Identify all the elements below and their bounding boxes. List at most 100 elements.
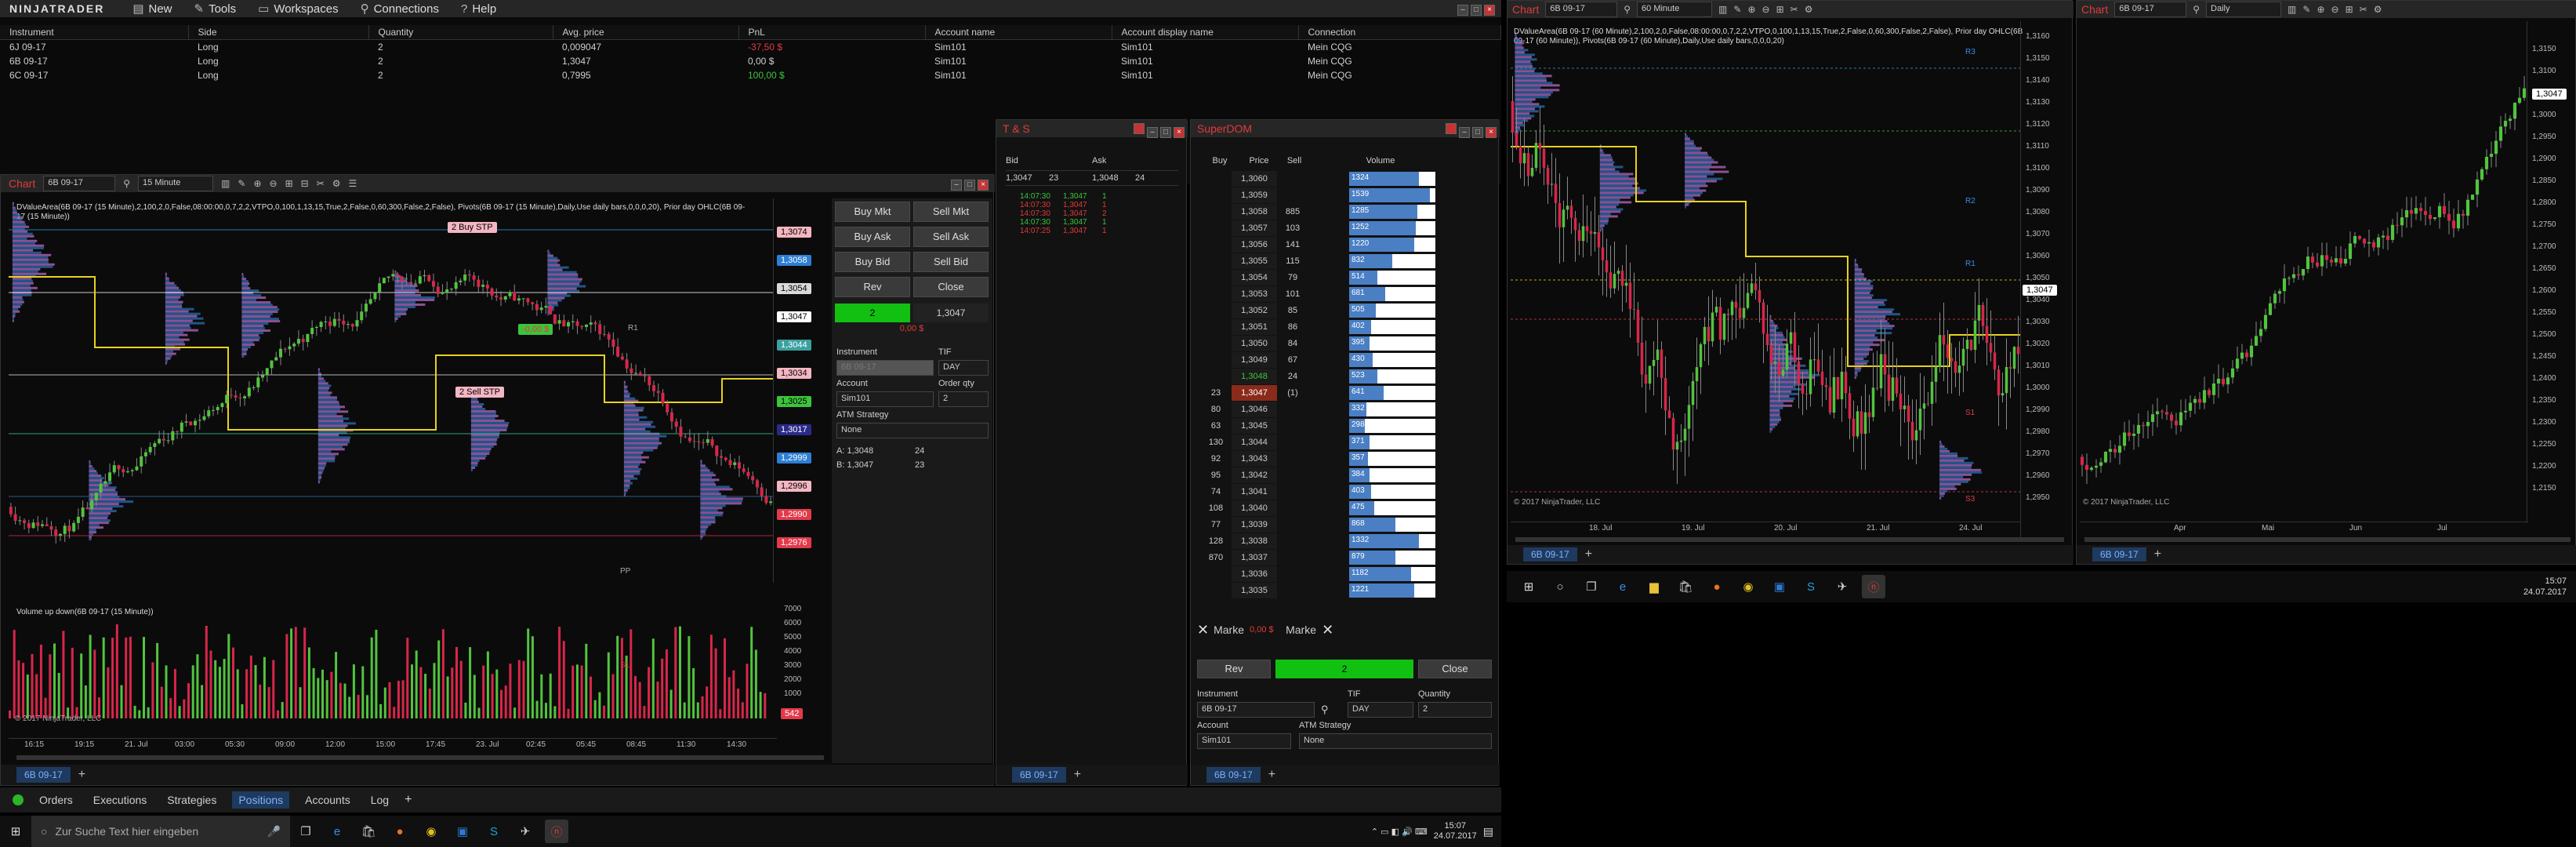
minimize-button[interactable]: – xyxy=(1459,127,1470,138)
chart-scrollbar[interactable] xyxy=(1515,537,2064,542)
tools-icon[interactable]: ✂ xyxy=(1791,4,1798,15)
dom-row[interactable]: 63 1,3045 298 xyxy=(1200,417,1490,434)
tab-strategies[interactable]: Strategies xyxy=(162,791,221,809)
tab-accounts[interactable]: Accounts xyxy=(300,791,355,809)
close-position-button[interactable]: Close xyxy=(1418,660,1492,678)
add-tab-button[interactable]: + xyxy=(78,768,85,782)
store-icon[interactable]: 🛍 xyxy=(1674,575,1697,598)
dom-row[interactable]: 1,3035 1221 xyxy=(1200,582,1490,598)
dom-row[interactable]: 1,3053 101 681 xyxy=(1200,285,1490,302)
sell-bid-button[interactable]: Sell Bid xyxy=(913,252,989,272)
interval-selector[interactable]: 60 Minute xyxy=(1637,2,1713,17)
instrument-selector[interactable]: 6B 09-17 xyxy=(1545,2,1618,17)
add-tab-button[interactable]: + xyxy=(1268,768,1275,782)
order-qty-stepper[interactable]: 2 xyxy=(938,391,989,407)
search-icon[interactable]: ⚲ xyxy=(123,178,130,189)
dom-row[interactable]: 1,3060 1324 xyxy=(1200,170,1490,187)
tab-6b-09-17[interactable]: 6B 09-17 xyxy=(2092,547,2146,562)
minimize-button[interactable]: – xyxy=(1147,127,1158,138)
link-button[interactable] xyxy=(1446,123,1457,134)
col-connection[interactable]: Connection xyxy=(1298,25,1501,40)
dom-row[interactable]: 74 1,3041 403 xyxy=(1200,483,1490,500)
dom-row[interactable]: 1,3052 85 505 xyxy=(1200,302,1490,318)
dom-row[interactable]: 1,3048 24 523 xyxy=(1200,368,1490,384)
outlook-icon[interactable]: ▣ xyxy=(451,820,474,843)
dom-row[interactable]: 1,3050 84 395 xyxy=(1200,335,1490,351)
sell-mkt-button[interactable]: Sell Mkt xyxy=(913,202,989,222)
task-view-icon[interactable]: ❐ xyxy=(1580,575,1603,598)
zoom-in-icon[interactable]: ⊕ xyxy=(253,178,261,189)
strategies-icon[interactable]: ⊟ xyxy=(301,178,309,189)
close-position-button[interactable]: Close xyxy=(913,277,989,297)
close-button[interactable]: × xyxy=(1486,127,1497,138)
zoom-out-icon[interactable]: ⊖ xyxy=(270,178,278,189)
remote-icon[interactable]: ✈ xyxy=(1830,575,1854,598)
maximize-button[interactable]: □ xyxy=(1472,127,1483,138)
draw-icon[interactable]: ✎ xyxy=(238,178,245,189)
skype-icon[interactable]: S xyxy=(1799,575,1823,598)
ninjatrader-icon[interactable]: ⓝ xyxy=(545,820,568,843)
rev-button[interactable]: Rev xyxy=(835,277,910,297)
add-tab-button[interactable]: + xyxy=(405,793,412,807)
maximize-button[interactable]: □ xyxy=(1160,127,1171,138)
zoom-out-icon[interactable]: ⊖ xyxy=(2331,4,2339,15)
edge-icon[interactable]: e xyxy=(1611,575,1634,598)
skype-icon[interactable]: S xyxy=(482,820,506,843)
market-buy-button[interactable]: Marke xyxy=(1214,623,1245,636)
tif-select[interactable]: DAY xyxy=(1348,702,1413,718)
properties-icon[interactable]: ⚙ xyxy=(1805,4,1813,15)
table-row[interactable]: 6B 09-17 Long 2 1,3047 0,00 $ Sim101 Sim101 Mei… xyxy=(0,54,1501,68)
dom-ladder[interactable]: 1,3060 1324 1,3059 1539 1,3058 885 1285 1,3057 1… xyxy=(1200,170,1490,598)
chart-scrollbar[interactable] xyxy=(2084,537,2571,542)
remote-icon[interactable]: ✈ xyxy=(513,820,537,843)
link-button[interactable] xyxy=(1134,123,1145,134)
col-side[interactable]: Side xyxy=(188,25,369,40)
add-tab-button[interactable]: + xyxy=(1585,547,1592,562)
cortana-icon[interactable]: ○ xyxy=(1548,575,1572,598)
trader-icon[interactable]: ☰ xyxy=(349,178,357,189)
dom-row[interactable]: 1,3059 1539 xyxy=(1200,187,1490,203)
dom-row[interactable]: 1,3057 103 1252 xyxy=(1200,220,1490,236)
notification-icon[interactable]: ▤ xyxy=(1483,825,1493,838)
atm-select[interactable]: None xyxy=(1299,733,1492,749)
account-select[interactable]: Sim101 xyxy=(836,391,934,407)
col-quantity[interactable]: Quantity xyxy=(368,25,553,40)
menu-connections[interactable]: ⚲ Connections xyxy=(361,2,439,16)
price-chart-daily[interactable] xyxy=(2080,21,2527,515)
tab-6b-09-17[interactable]: 6B 09-17 xyxy=(1523,547,1577,562)
menu-new[interactable]: ▤ New xyxy=(132,2,172,16)
instrument-selector[interactable]: 6B 09-17 xyxy=(43,176,116,191)
minimize-button[interactable]: – xyxy=(951,180,962,191)
order-marker[interactable]: 2 Sell STP xyxy=(455,387,504,398)
draw-icon[interactable]: ✎ xyxy=(2302,4,2310,15)
dom-row[interactable]: 1,3056 141 1220 xyxy=(1200,236,1490,253)
account-select[interactable]: Sim101 xyxy=(1197,733,1291,749)
dom-row[interactable]: 1,3055 115 832 xyxy=(1200,253,1490,269)
ninjatrader-icon[interactable]: ⓝ xyxy=(1862,575,1885,598)
dom-row[interactable]: 1,3058 885 1285 xyxy=(1200,203,1490,220)
search-icon[interactable]: ⚲ xyxy=(1624,4,1631,15)
add-tab-button[interactable]: + xyxy=(1074,768,1081,782)
firefox-icon[interactable]: ● xyxy=(388,820,412,843)
indicators-icon[interactable]: ⊞ xyxy=(2346,4,2353,15)
rev-button[interactable]: Rev xyxy=(1197,660,1271,678)
chrome-icon[interactable]: ◉ xyxy=(1736,575,1760,598)
dom-row[interactable]: 1,3049 67 430 xyxy=(1200,351,1490,368)
col-avg-price[interactable]: Avg. price xyxy=(553,25,739,40)
edge-icon[interactable]: e xyxy=(325,820,349,843)
instrument-field[interactable]: 6B 09-17 xyxy=(836,360,934,376)
buy-bid-button[interactable]: Buy Bid xyxy=(835,252,910,272)
instrument-select[interactable]: 6B 09-17 xyxy=(1197,702,1315,718)
zoom-out-icon[interactable]: ⊖ xyxy=(1762,4,1770,15)
menu-tools[interactable]: ✎ Tools xyxy=(194,2,237,16)
explorer-icon[interactable]: ▆ xyxy=(1642,575,1666,598)
dom-row[interactable]: 130 1,3044 371 xyxy=(1200,434,1490,450)
properties-icon[interactable]: ⚙ xyxy=(332,178,341,189)
task-view-icon[interactable]: ❐ xyxy=(294,820,317,843)
firefox-icon[interactable]: ● xyxy=(1705,575,1729,598)
zoom-in-icon[interactable]: ⊕ xyxy=(2317,4,2324,15)
outlook-icon[interactable]: ▣ xyxy=(1768,575,1791,598)
cancel-icon[interactable]: ✕ xyxy=(1322,622,1333,638)
tif-select[interactable]: DAY xyxy=(938,360,989,376)
dom-row[interactable]: 128 1,3038 1332 xyxy=(1200,533,1490,549)
